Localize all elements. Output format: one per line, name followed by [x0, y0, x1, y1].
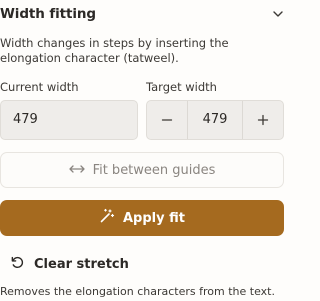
section-description: Width changes in steps by inserting the … [0, 36, 229, 65]
fit-between-guides-button[interactable]: Fit between guides [0, 152, 284, 188]
clear-stretch-label: Clear stretch [34, 256, 129, 272]
target-width-input[interactable]: 479 [187, 101, 243, 139]
minus-icon [161, 111, 173, 130]
horizontal-arrows-icon [68, 163, 85, 178]
decrement-button[interactable] [147, 101, 187, 139]
current-width-label: Current width [0, 80, 79, 94]
rotate-ccw-icon [10, 255, 25, 274]
increment-button[interactable] [243, 101, 283, 139]
clear-stretch-button[interactable]: Clear stretch [10, 253, 129, 275]
apply-fit-label: Apply fit [123, 210, 185, 226]
apply-fit-button[interactable]: Apply fit [0, 200, 284, 236]
section-title: Width fitting [0, 6, 96, 22]
plus-icon [257, 111, 269, 130]
magic-wand-icon [99, 208, 115, 228]
target-width-stepper[interactable]: 479 [146, 100, 284, 140]
fit-between-guides-label: Fit between guides [92, 162, 216, 178]
current-width-field: 479 [0, 100, 138, 140]
target-width-label: Target width [146, 80, 217, 94]
section-header[interactable]: Width fitting [0, 2, 284, 26]
chevron-down-icon[interactable] [262, 3, 284, 25]
clear-stretch-note: Removes the elongation characters from t… [0, 285, 275, 298]
